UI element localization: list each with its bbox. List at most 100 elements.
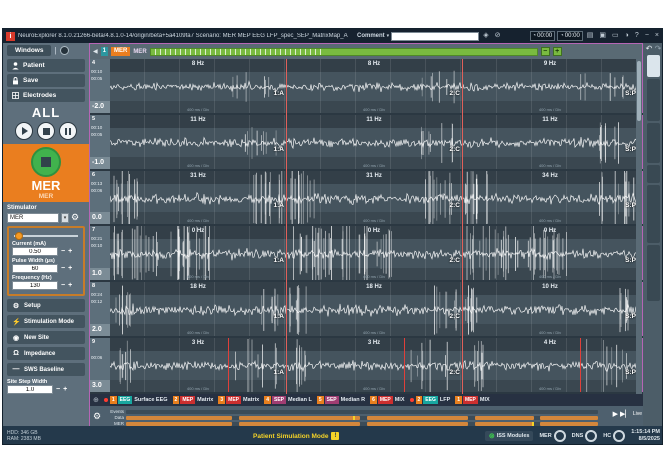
play-button[interactable] — [15, 122, 33, 140]
scrollbar-handle[interactable] — [637, 61, 641, 121]
close-icon[interactable]: × — [653, 30, 661, 42]
trace-cell[interactable]: 0 Hz 2:C 400 ms / Div — [286, 226, 462, 280]
trace-cell[interactable]: 0 Hz S:P 400 ms / Div — [462, 226, 638, 280]
trace-cell[interactable]: 34 Hz S:P 400 ms / Div — [462, 171, 638, 225]
increment-icon[interactable]: + — [68, 265, 72, 272]
chevron-down-icon[interactable]: ▾ — [387, 33, 390, 39]
decrement-icon[interactable]: − — [61, 248, 65, 255]
sidebar-actions: ⚙ Setup ⚡ Stimulation Mode ◉ New Site Ω … — [7, 299, 85, 376]
electrode-channel-label: S:P — [625, 202, 636, 209]
gear-icon[interactable]: ⚙ — [93, 411, 101, 422]
site-step-input[interactable] — [7, 385, 53, 394]
increment-icon[interactable]: + — [63, 386, 67, 393]
trace-cell[interactable]: 8 Hz 1:A 400 ms / Div — [110, 59, 286, 113]
timeline-track[interactable] — [126, 410, 598, 414]
montage-tab[interactable]: 1 MEP MIX — [455, 396, 489, 404]
trace-cell[interactable]: 3 Hz 1:A 400 ms / Div — [110, 338, 286, 392]
trace-cell[interactable]: 11 Hz S:P 400 ms / Div — [462, 115, 638, 169]
trace-cell[interactable]: 18 Hz 2:C 400 ms / Div — [286, 282, 462, 336]
decrement-icon[interactable]: − — [61, 282, 65, 289]
trace-cell[interactable]: 31 Hz 1:A 400 ms / Div — [110, 171, 286, 225]
row-number: 8 — [92, 283, 95, 289]
display-icon[interactable]: ▭ — [610, 30, 621, 42]
parameter-input[interactable] — [12, 264, 58, 273]
depth-zoom-in-button[interactable]: + — [553, 47, 562, 56]
redo-icon[interactable]: ↷ — [655, 44, 662, 53]
montage-tab[interactable]: 3 MEP Matrix — [218, 396, 259, 404]
trace-cell[interactable]: 11 Hz 2:C 400 ms / Div — [286, 115, 462, 169]
skip-to-end-icon[interactable]: ▶▏ — [620, 410, 631, 418]
gear-icon[interactable]: ⚙ — [71, 212, 79, 223]
chevron-down-icon[interactable]: ▾ — [61, 213, 69, 223]
electrodes-button[interactable]: Electrodes — [7, 89, 85, 102]
vertical-scrollbar[interactable] — [636, 59, 642, 394]
undo-icon[interactable]: ↶ — [646, 44, 653, 53]
trace-cell[interactable]: 11 Hz 1:A 400 ms / Div — [110, 115, 286, 169]
increment-icon[interactable]: + — [68, 248, 72, 255]
save-button[interactable]: Save — [7, 74, 85, 87]
windows-button[interactable]: Windows — [7, 45, 51, 56]
drive-depth-bar[interactable] — [150, 48, 538, 56]
increment-icon[interactable]: + — [68, 282, 72, 289]
electrode-channel-label: 1:A — [274, 90, 284, 97]
montage-tab[interactable]: 5 SEP Median R — [317, 396, 365, 404]
montage-tab[interactable]: 2 MEP Matrix — [173, 396, 214, 404]
electrode-channel-label: S:P — [625, 146, 636, 153]
depth-zoom-out-button[interactable]: − — [541, 47, 550, 56]
parameter-input[interactable] — [12, 281, 58, 290]
montage-add-icon[interactable]: ⊕ — [93, 396, 99, 404]
electrode-channel-label: 2:C — [450, 202, 460, 209]
block-icon[interactable]: ⊘ — [493, 30, 503, 42]
comment-input[interactable] — [391, 32, 479, 41]
workspace-tab[interactable] — [647, 79, 660, 121]
sidebar-action-button[interactable]: ⚡ Stimulation Mode — [7, 315, 85, 328]
trace-cell[interactable]: 9 Hz S:P 400 ms / Div — [462, 59, 638, 113]
timeline-track[interactable] — [126, 416, 598, 420]
screenshot-icon[interactable]: ▣ — [597, 30, 608, 42]
trace-cell[interactable]: 10 Hz S:P 400 ms / Div — [462, 282, 638, 336]
workspace-tab[interactable] — [647, 245, 660, 301]
parameter-input[interactable] — [12, 247, 58, 256]
trace-cell[interactable]: 4 Hz S:P 400 ms / Div — [462, 338, 638, 392]
decrement-icon[interactable]: − — [61, 265, 65, 272]
slider-knob[interactable] — [15, 232, 23, 240]
workspace-tab[interactable] — [647, 123, 660, 163]
record-stop-button[interactable] — [31, 147, 61, 177]
workspace-tab[interactable] — [647, 55, 660, 77]
montage-tab[interactable]: 4 SEP Median L — [264, 396, 312, 404]
sidebar-action-button[interactable]: ⚙ Setup — [7, 299, 85, 312]
transport-controls — [7, 122, 85, 140]
sidebar-action-button[interactable]: Ω Impedance — [7, 347, 85, 360]
contrast-icon[interactable]: ◑ — [623, 30, 631, 42]
pause-button[interactable] — [59, 122, 77, 140]
iss-modules-chip[interactable]: ⊚ ISS Modules — [485, 431, 534, 441]
help-icon[interactable]: ? — [633, 30, 641, 42]
minimize-icon[interactable]: − — [643, 30, 651, 42]
timeline-track[interactable] — [126, 422, 598, 426]
stop-button[interactable] — [37, 122, 55, 140]
pin-icon[interactable]: ◈ — [481, 30, 490, 42]
decrement-icon[interactable]: − — [56, 386, 60, 393]
layout-toggle-icon[interactable] — [60, 46, 69, 55]
sidebar-action-button[interactable]: ◉ New Site — [7, 331, 85, 344]
sidebar-action-button[interactable]: — SWS Baseline — [7, 363, 85, 376]
stimulator-select[interactable]: MER — [7, 213, 59, 223]
trace-cell[interactable]: 31 Hz 2:C 400 ms / Div — [286, 171, 462, 225]
current-slider[interactable] — [12, 231, 80, 239]
montage-tab-label: LFP — [440, 397, 450, 403]
back-icon[interactable]: ◀ — [93, 48, 98, 55]
play-icon[interactable]: ▶ — [613, 410, 618, 418]
montage-tab[interactable]: 6 MEP MIX — [370, 396, 404, 404]
workspace-tab[interactable] — [647, 165, 660, 183]
trace-cell[interactable]: 8 Hz 2:C 400 ms / Div — [286, 59, 462, 113]
time-per-division-label: 400 ms / Div — [462, 386, 638, 391]
patient-button[interactable]: Patient — [7, 59, 85, 72]
trace-cell[interactable]: 3 Hz 2:C 400 ms / Div — [286, 338, 462, 392]
trace-cell[interactable]: 18 Hz 1:A 400 ms / Div — [110, 282, 286, 336]
workspace-tab[interactable] — [647, 185, 660, 243]
action-label: SWS Baseline — [24, 367, 64, 373]
montage-tab[interactable]: 1 EEG Surface EEG — [104, 396, 168, 404]
trace-cell[interactable]: 0 Hz 1:A 400 ms / Div — [110, 226, 286, 280]
print-icon[interactable]: ▤ — [585, 30, 596, 42]
montage-tab[interactable]: 2 EEG LFP — [410, 396, 451, 404]
